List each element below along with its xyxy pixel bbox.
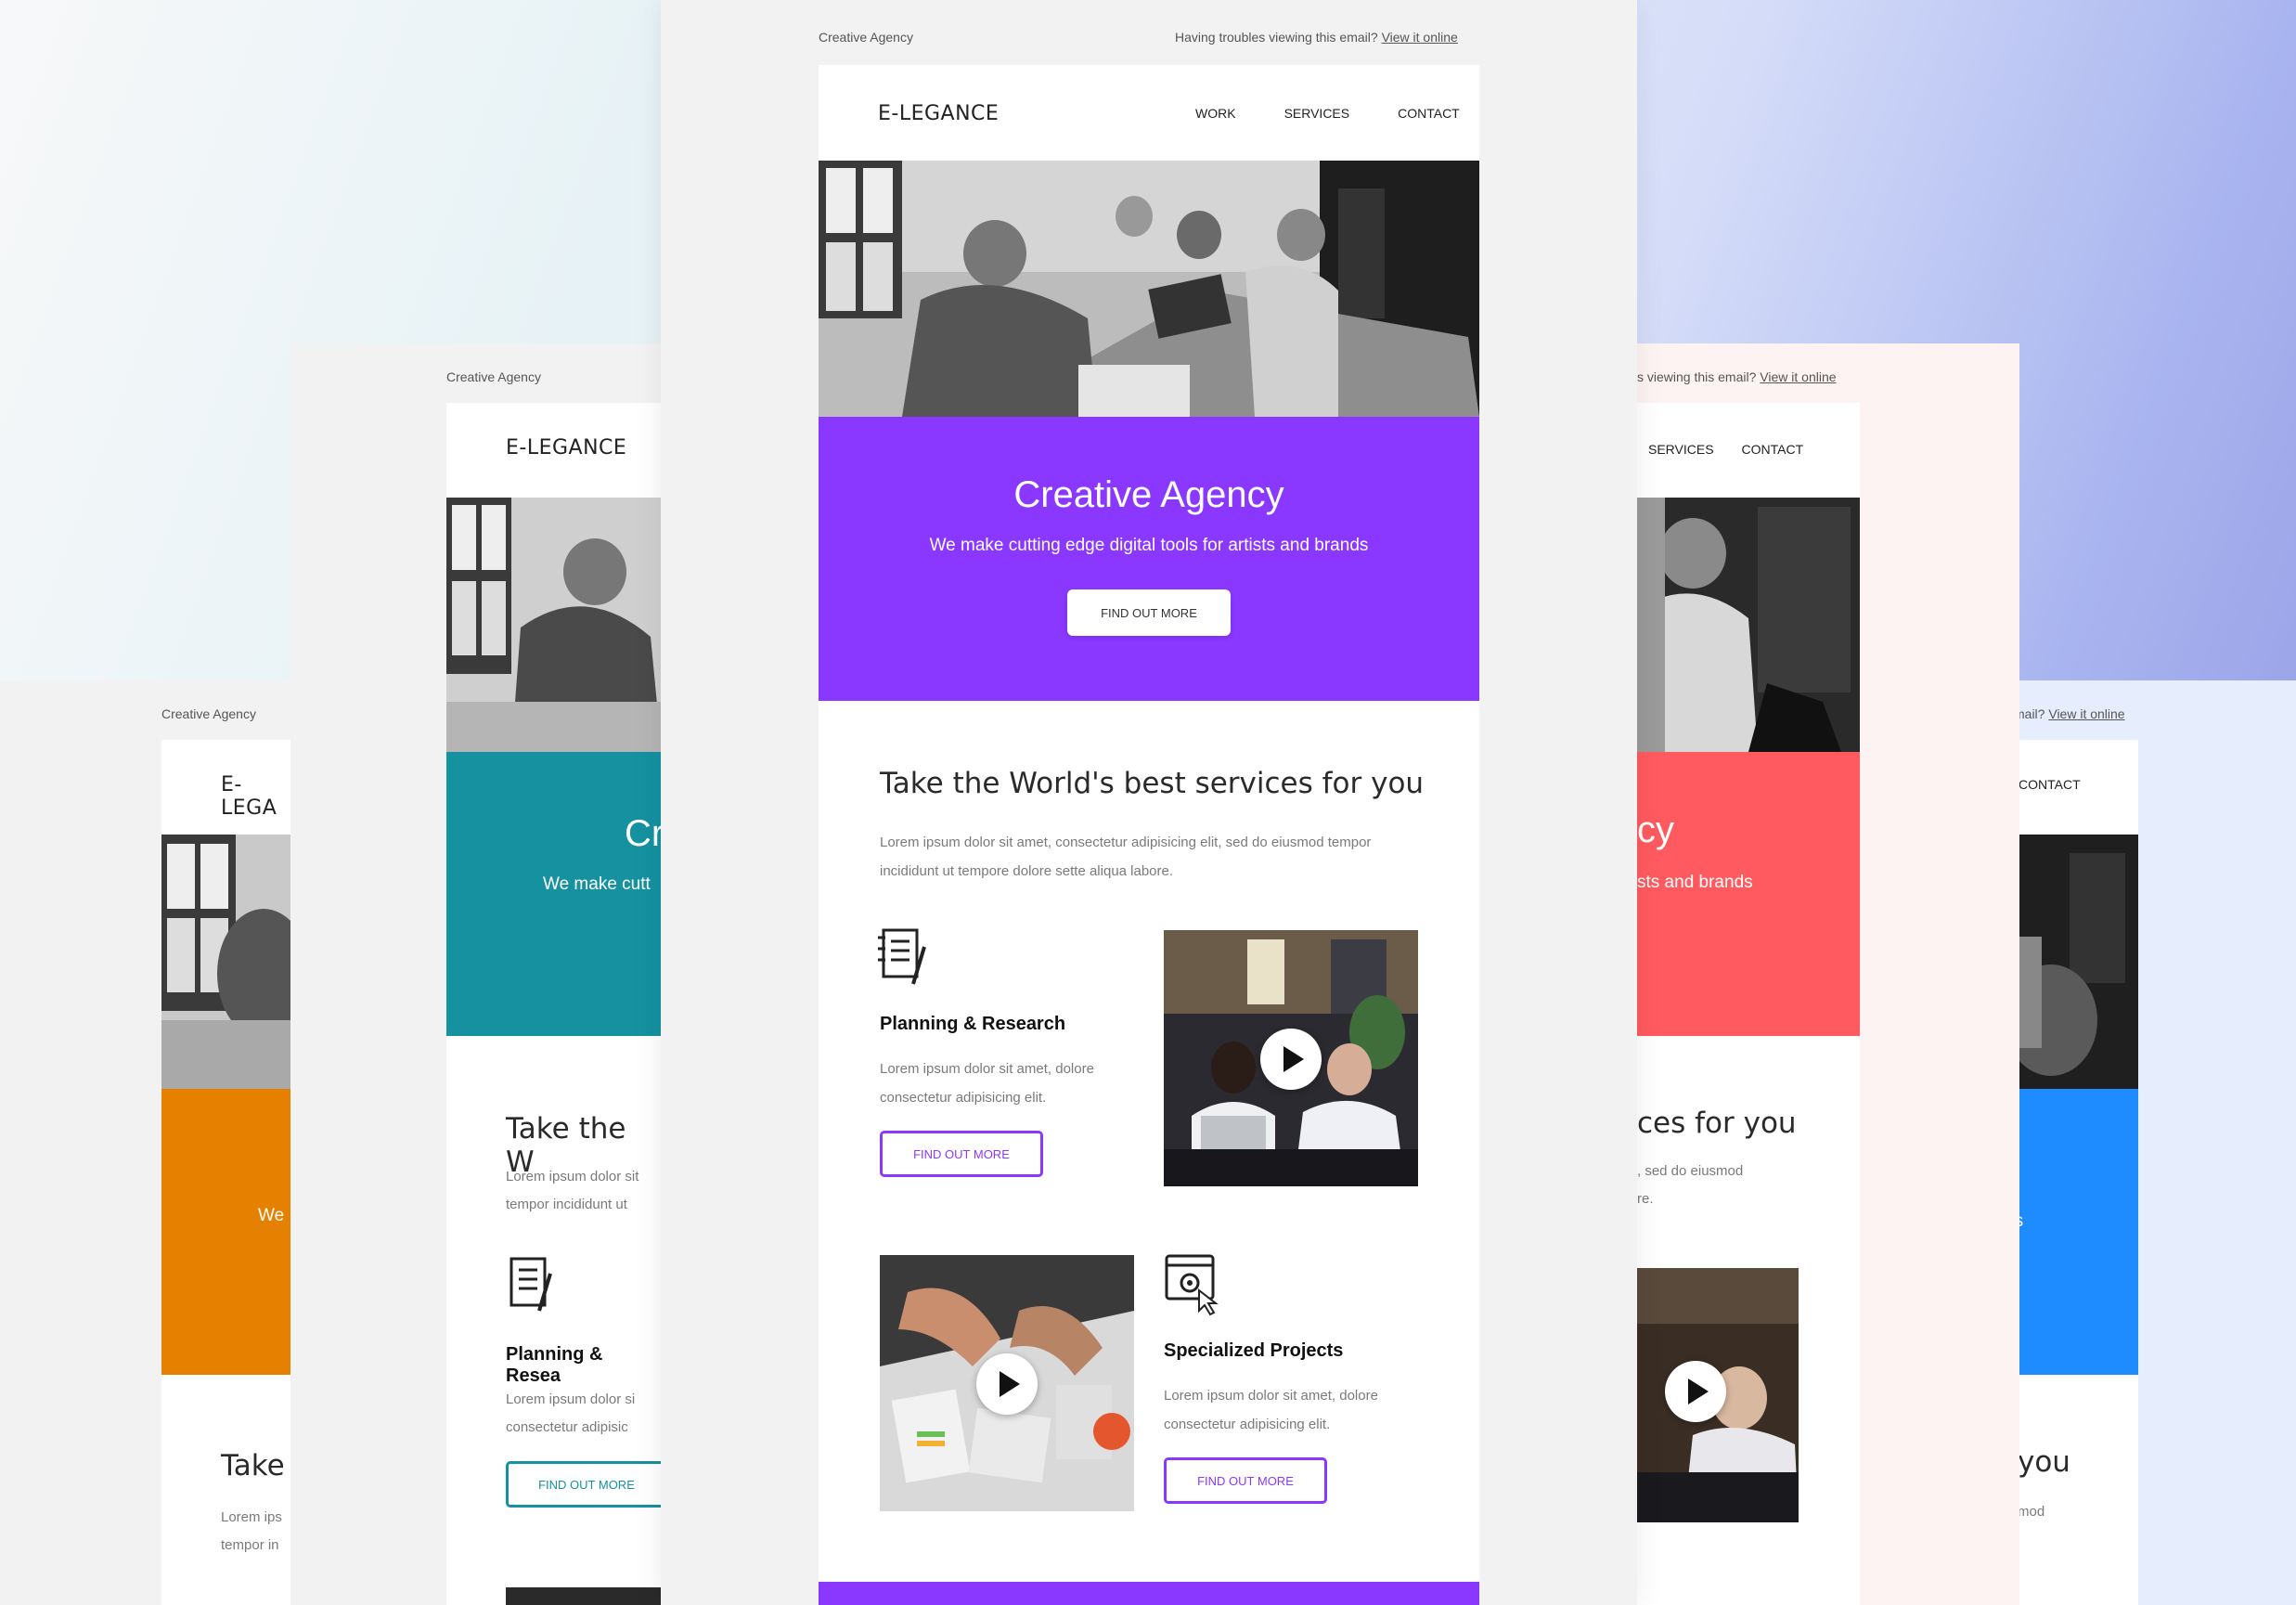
feature-title-planning: Planning & Research — [880, 1014, 1066, 1034]
hero-banner-blue: ds — [2005, 1089, 2138, 1375]
preheader-right: mail? View it online — [2014, 706, 2125, 721]
hero-photo — [446, 498, 662, 752]
hero-photo — [2005, 835, 2138, 1089]
services-body: Lorem ipsum dolor sit amet, consectetur … — [880, 835, 1372, 879]
hero-photo-image — [1637, 498, 1860, 752]
view-online-link[interactable]: View it online — [2048, 706, 2124, 721]
email-preview-coral: s viewing this email? View it online SER… — [1637, 343, 2019, 1605]
email-card-blue: CONTACT ds you mod — [2005, 740, 2138, 1605]
email-preview-orange: Creative Agency E-LEGA We Take Lorem ips… — [0, 680, 297, 1605]
services-body-line1: Lorem ipsum dolor sit — [506, 1169, 639, 1184]
hero-title: Creative Agency — [1013, 474, 1284, 515]
feature-title: Planning & Resea — [506, 1344, 603, 1386]
hero-title: Cr — [625, 813, 662, 854]
nav-menu: WORK SERVICES CONTACT — [1195, 106, 1460, 121]
brand-logo: E-LEGA — [221, 773, 277, 820]
hero-subtitle: We make cutting edge digital tools for a… — [929, 536, 1369, 555]
hero-banner-coral: cy sts and brands — [1637, 752, 1860, 1036]
services-body-line1: Lorem ips — [221, 1509, 282, 1525]
feature-body-line2: consectetur adipisic — [506, 1419, 628, 1435]
nav-item-services[interactable]: SERVICES — [1648, 442, 1714, 457]
services-title: you — [2018, 1445, 2070, 1479]
hero-photo-image — [2005, 835, 2138, 1089]
services-title: ces for you — [1637, 1107, 1797, 1140]
preheader-trouble: s viewing this email? — [1637, 369, 1757, 384]
video-thumbnail-design[interactable] — [880, 1255, 1134, 1511]
email-preview-blue: mail? View it online CONTACT ds you mod — [2005, 680, 2296, 1605]
nav-item-contact[interactable]: CONTACT — [1398, 106, 1460, 121]
hero-title: cy — [1637, 809, 1674, 850]
nav-contact: CONTACT — [2019, 777, 2081, 792]
feature-video-thumbnail[interactable] — [1637, 1268, 1799, 1522]
email-card-orange: E-LEGA We Take Lorem ips tempor in — [161, 740, 297, 1605]
find-out-more-button-specialized[interactable]: FIND OUT MORE — [1164, 1457, 1327, 1504]
hero-photo-image — [819, 161, 1479, 417]
view-online-link[interactable]: View it online — [1382, 30, 1458, 45]
services-body-line2: re. — [1637, 1191, 1654, 1207]
feature-body-planning: Lorem ipsum dolor sit amet, dolore conse… — [880, 1061, 1094, 1106]
view-online-link[interactable]: View it online — [1760, 369, 1836, 384]
find-out-more-label: FIND OUT MORE — [1197, 1473, 1294, 1488]
hero-photo-image — [161, 835, 297, 1089]
hero-photo-image — [446, 498, 662, 752]
email-card-purple: E-LEGANCE WORK SERVICES CONTACT Creative… — [819, 65, 1479, 1605]
browser-gear-icon — [1165, 1254, 1219, 1316]
hero-subtitle: We — [258, 1206, 285, 1225]
email-preview-teal: Creative Agency E-LEGANCE Cr We make cut… — [290, 343, 662, 1605]
nav-menu: SERVICES CONTACT — [1648, 442, 1803, 457]
find-out-more-button[interactable]: FIND OUT MORE — [506, 1461, 662, 1508]
hero-photo — [161, 835, 297, 1089]
hero-subtitle: We make cutt — [543, 874, 651, 894]
preheader-left: Creative Agency — [446, 369, 541, 384]
nav-item-contact[interactable]: CONTACT — [1742, 442, 1804, 457]
services-title: Take the World's best services for you — [880, 767, 1425, 800]
feature-body-specialized: Lorem ipsum dolor sit amet, dolore conse… — [1164, 1388, 1378, 1432]
play-icon[interactable] — [1260, 1029, 1322, 1090]
services-title: Take — [221, 1449, 285, 1482]
find-out-more-button-planning[interactable]: FIND OUT MORE — [880, 1131, 1043, 1177]
find-out-more-button[interactable]: FIND OUT MORE — [1067, 589, 1231, 636]
services-body-line2: tempor in — [221, 1537, 279, 1553]
nav-item-work[interactable]: WORK — [1195, 106, 1236, 121]
nav-item-contact[interactable]: CONTACT — [2019, 777, 2081, 792]
preheader-right: Having troubles viewing this email? View… — [1175, 30, 1458, 45]
find-out-more-label: FIND OUT MORE — [538, 1477, 635, 1492]
hero-banner-teal: Cr We make cutt — [446, 752, 662, 1036]
footer-band — [819, 1582, 1479, 1605]
notebook-icon — [510, 1257, 552, 1312]
preheader-left: Creative Agency — [819, 30, 913, 45]
email-card-teal: E-LEGANCE Cr We make cutt Take the W Lor… — [446, 403, 662, 1605]
preheader-trouble: Having troubles viewing this email? — [1175, 30, 1378, 45]
feature-title-specialized: Specialized Projects — [1164, 1340, 1344, 1361]
hero-subtitle: sts and brands — [1637, 873, 1753, 892]
email-card-coral: SERVICES CONTACT cy sts and brands ces f… — [1637, 403, 1860, 1605]
feature-body-line1: Lorem ipsum dolor si — [506, 1391, 636, 1407]
services-body-line2: tempor incididunt ut — [506, 1197, 627, 1212]
hero-photo — [1637, 498, 1860, 752]
video-thumbnail-meeting[interactable] — [1164, 930, 1418, 1186]
services-body: mod — [2018, 1504, 2045, 1520]
nav-item-services[interactable]: SERVICES — [1284, 106, 1350, 121]
preheader-right: s viewing this email? View it online — [1637, 369, 1837, 384]
feature-photo — [506, 1587, 662, 1605]
find-out-more-label: FIND OUT MORE — [913, 1146, 1010, 1161]
hero-photo — [819, 161, 1479, 417]
brand-logo: E-LEGANCE — [878, 102, 1000, 125]
preheader-left: Creative Agency — [161, 706, 256, 721]
email-preview-purple: Creative Agency Having troubles viewing … — [661, 0, 1637, 1605]
brand-logo: E-LEGANCE — [506, 436, 627, 459]
hero-banner: Creative Agency We make cutting edge dig… — [819, 417, 1479, 701]
services-body-line1: , sed do eiusmod — [1637, 1163, 1744, 1179]
hero-banner-orange: We — [161, 1089, 297, 1375]
notebook-icon — [878, 928, 926, 985]
hero-button-wrap: FIND OUT MORE — [819, 589, 1479, 636]
play-icon[interactable] — [1665, 1361, 1726, 1422]
find-out-more-label: FIND OUT MORE — [1101, 605, 1197, 620]
play-icon[interactable] — [976, 1353, 1038, 1415]
